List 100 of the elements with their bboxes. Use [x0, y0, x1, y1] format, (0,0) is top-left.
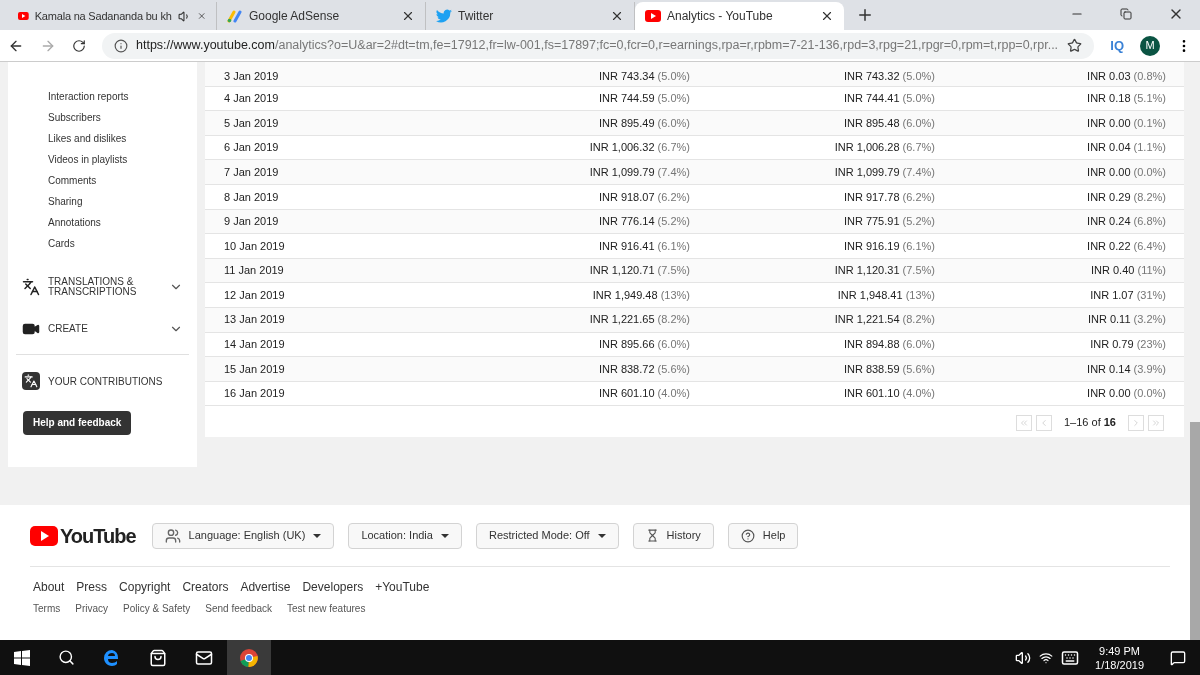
- table-cell-text: INR 895.48 (6.0%): [842, 115, 935, 131]
- table-cell-text: 7 Jan 2019: [224, 164, 280, 180]
- table-cell-text: INR 917.78 (6.2%): [842, 189, 935, 205]
- table-cell-text: INR 743.34 (5.0%): [597, 69, 690, 85]
- dropdown-button[interactable]: Location: India: [348, 522, 462, 549]
- dropdown-button[interactable]: Restricted Mode: Off: [475, 522, 619, 549]
- store-icon[interactable]: [149, 648, 167, 667]
- table-cell-text: 9 Jan 2019: [224, 214, 280, 230]
- sidebar-item[interactable]: Annotations: [8, 212, 197, 233]
- footer-link[interactable]: Policy & Safety: [123, 601, 191, 616]
- section-header[interactable]: CREATE: [8, 308, 197, 350]
- chrome-icon: [239, 647, 259, 668]
- reload-icon[interactable]: [72, 38, 86, 53]
- footer-link[interactable]: Creators: [182, 578, 229, 596]
- mail-icon[interactable]: [195, 648, 213, 667]
- speaker-icon[interactable]: [1015, 649, 1032, 666]
- info-icon: [114, 38, 128, 53]
- table-cell-text: INR 895.49 (6.0%): [597, 115, 690, 131]
- history-button[interactable]: History: [632, 522, 714, 549]
- table-cell-text: INR 0.11 (3.2%): [1086, 312, 1166, 328]
- table-cell-text: INR 1,099.79 (7.4%): [588, 164, 690, 180]
- star-icon[interactable]: [1067, 38, 1083, 53]
- language-dropdown[interactable]: Language: English (UK): [151, 522, 335, 549]
- address-bar[interactable]: https://www.youtube.com/analytics?o=U&ar=2#dt=tm,fe=17912,fr=lw-001,fs=17897;fc=0,fcr=0,r=earnings,rpa=r,rpbm=7-21-136,rpd=3,rpg=21,rpgr=0,rpm=t,rpp=0,rpr...: [102, 32, 1095, 59]
- wifi-icon[interactable]: [1039, 650, 1054, 665]
- table-cell-text: INR 0.22 (6.4%): [1086, 238, 1166, 254]
- clock-date[interactable]: 1/18/2019: [1095, 657, 1144, 672]
- caret-icon: [597, 533, 606, 538]
- footer-link[interactable]: Send feedback: [205, 601, 272, 616]
- notifications-icon[interactable]: [1170, 649, 1186, 666]
- tab-title: Twitter: [458, 8, 495, 25]
- contributions-link[interactable]: YOUR CONTRIBUTIONS: [48, 373, 163, 389]
- table-cell-text: INR 1,006.32 (6.7%): [588, 140, 690, 156]
- keyboard-icon[interactable]: [1061, 648, 1080, 667]
- table-cell-text: 4 Jan 2019: [224, 91, 280, 107]
- table-cell-text: INR 775.91 (5.2%): [842, 214, 935, 230]
- footer-link[interactable]: Test new features: [287, 601, 366, 616]
- table-cell-text: INR 0.04 (1.1%): [1086, 140, 1166, 156]
- chrome-taskbar-button[interactable]: [227, 640, 271, 675]
- section-header[interactable]: TRANSLATIONS & TRANSCRIPTIONS: [8, 266, 197, 308]
- footer-link[interactable]: Advertise: [240, 578, 291, 596]
- people-icon: [164, 527, 181, 544]
- table-cell-text: INR 743.32 (5.0%): [842, 69, 935, 85]
- help-icon: [740, 528, 755, 543]
- translate-icon: [22, 278, 40, 296]
- table-cell-text: INR 1,948.41 (13%): [836, 287, 935, 303]
- table-cell-text: 15 Jan 2019: [224, 361, 286, 377]
- sidebar-item[interactable]: Videos in playlists: [8, 149, 197, 170]
- table-cell-text: INR 895.66 (6.0%): [597, 337, 690, 353]
- caret-icon: [313, 533, 322, 538]
- table-cell-text: INR 1,099.79 (7.4%): [833, 164, 935, 180]
- footer-link[interactable]: Terms: [33, 601, 61, 616]
- table-cell-text: 13 Jan 2019: [224, 312, 286, 328]
- close-icon[interactable]: [820, 9, 834, 23]
- tab-title: Google AdSense: [249, 8, 341, 25]
- table-cell-text: INR 1,221.65 (8.2%): [588, 312, 690, 328]
- sidebar-item[interactable]: Likes and dislikes: [8, 128, 197, 149]
- search-icon[interactable]: [58, 649, 75, 666]
- translate-icon: [22, 372, 40, 390]
- table-cell-text: INR 1.07 (31%): [1089, 287, 1166, 303]
- sidebar-item[interactable]: Subscribers: [8, 107, 197, 128]
- footer-link[interactable]: Copyright: [119, 578, 171, 596]
- caret-icon: [440, 533, 449, 538]
- new-tab-icon[interactable]: [856, 6, 874, 24]
- edge-icon[interactable]: [103, 648, 121, 667]
- table-cell-text: 14 Jan 2019: [224, 337, 286, 353]
- close-icon[interactable]: [401, 9, 415, 23]
- avatar[interactable]: M: [1140, 35, 1160, 56]
- table-cell-text: INR 838.72 (5.6%): [597, 361, 690, 377]
- help-feedback-button[interactable]: Help and feedback: [23, 410, 132, 435]
- table-cell-text: INR 601.10 (4.0%): [842, 386, 935, 402]
- table-cell-text: INR 0.24 (6.8%): [1086, 214, 1166, 230]
- clock-time[interactable]: 9:49 PM: [1099, 643, 1140, 658]
- sidebar-item[interactable]: Comments: [8, 170, 197, 191]
- extension-icon[interactable]: IQ: [1110, 35, 1124, 56]
- tab-title: Kamala na Sadananda bu kh: [34, 8, 172, 24]
- footer-link[interactable]: Developers: [302, 578, 364, 596]
- sidebar-item[interactable]: Interaction reports: [8, 86, 197, 107]
- adsense-icon: [227, 9, 243, 23]
- footer-link[interactable]: Privacy: [75, 601, 109, 616]
- table-cell-text: INR 916.41 (6.1%): [597, 238, 690, 254]
- sidebar-item[interactable]: Sharing: [8, 191, 197, 212]
- help-button[interactable]: Help: [727, 522, 799, 549]
- close-icon[interactable]: [610, 9, 624, 23]
- footer-link[interactable]: About: [33, 578, 65, 596]
- table-cell-text: INR 0.29 (8.2%): [1086, 189, 1166, 205]
- table-cell-text: INR 744.41 (5.0%): [842, 91, 935, 107]
- windows-icon[interactable]: [14, 649, 30, 666]
- table-cell-text: INR 1,120.31 (7.5%): [833, 263, 935, 279]
- table-cell-text: INR 776.14 (5.2%): [597, 214, 690, 230]
- footer-link[interactable]: +YouTube: [375, 578, 430, 596]
- table-cell-text: INR 0.18 (5.1%): [1086, 91, 1166, 107]
- browser-tab[interactable]: Analytics - YouTube: [635, 2, 844, 30]
- footer-link[interactable]: Press: [76, 578, 108, 596]
- youtube-logo[interactable]: YouTube: [30, 520, 136, 551]
- table-cell-text: INR 0.03 (0.8%): [1086, 69, 1166, 85]
- restore-icon[interactable]: [1120, 8, 1132, 20]
- sidebar-item[interactable]: Cards: [8, 233, 197, 254]
- pagination-range: 1–16 of 16: [1063, 415, 1117, 431]
- table-cell-text: INR 0.00 (0.1%): [1086, 115, 1166, 131]
